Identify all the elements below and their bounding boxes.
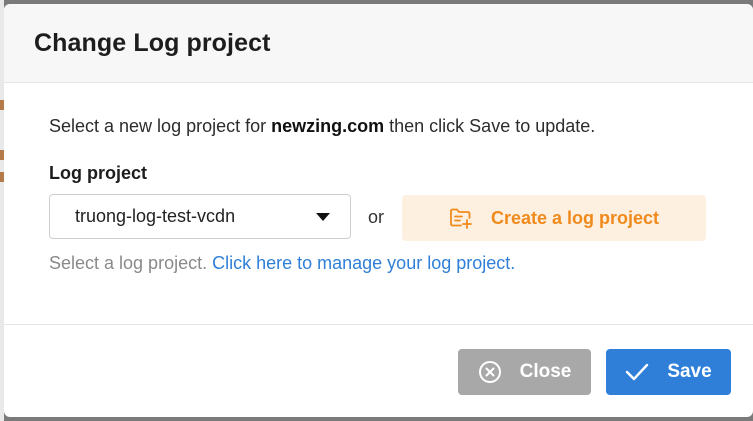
- caret-down-icon: [316, 213, 330, 221]
- close-button-label: Close: [519, 361, 572, 382]
- dialog-header: Change Log project: [4, 4, 753, 83]
- save-button[interactable]: Save: [606, 349, 731, 395]
- close-button[interactable]: Close: [458, 349, 591, 395]
- dialog-title: Change Log project: [34, 28, 271, 57]
- create-log-project-button[interactable]: Create a log project: [402, 195, 706, 241]
- dialog-body: Select a new log project for newzing.com…: [4, 83, 753, 325]
- domain-name: newzing.com: [271, 116, 385, 136]
- close-circle-icon: [478, 360, 502, 384]
- change-log-project-dialog: Change Log project Select a new log proj…: [4, 4, 753, 417]
- manage-log-project-link[interactable]: Click here to manage your log project.: [212, 253, 515, 273]
- save-button-label: Save: [667, 361, 712, 382]
- helper-text-static: Select a log project.: [49, 253, 213, 273]
- folder-plus-icon: [449, 207, 473, 229]
- or-separator: or: [368, 207, 385, 227]
- log-project-selected-value: truong-log-test-vcdn: [75, 206, 236, 226]
- log-project-select[interactable]: truong-log-test-vcdn: [49, 194, 351, 239]
- description-suffix: then click Save to update.: [384, 116, 596, 136]
- log-project-label: Log project: [49, 163, 147, 183]
- dialog-footer: Close Save: [4, 325, 753, 417]
- description-prefix: Select a new log project for: [49, 116, 272, 136]
- check-icon: [625, 362, 649, 382]
- helper-text: Select a log project. Click here to mana…: [49, 253, 515, 274]
- create-log-project-label: Create a log project: [490, 207, 660, 228]
- dialog-description: Select a new log project for newzing.com…: [49, 116, 595, 137]
